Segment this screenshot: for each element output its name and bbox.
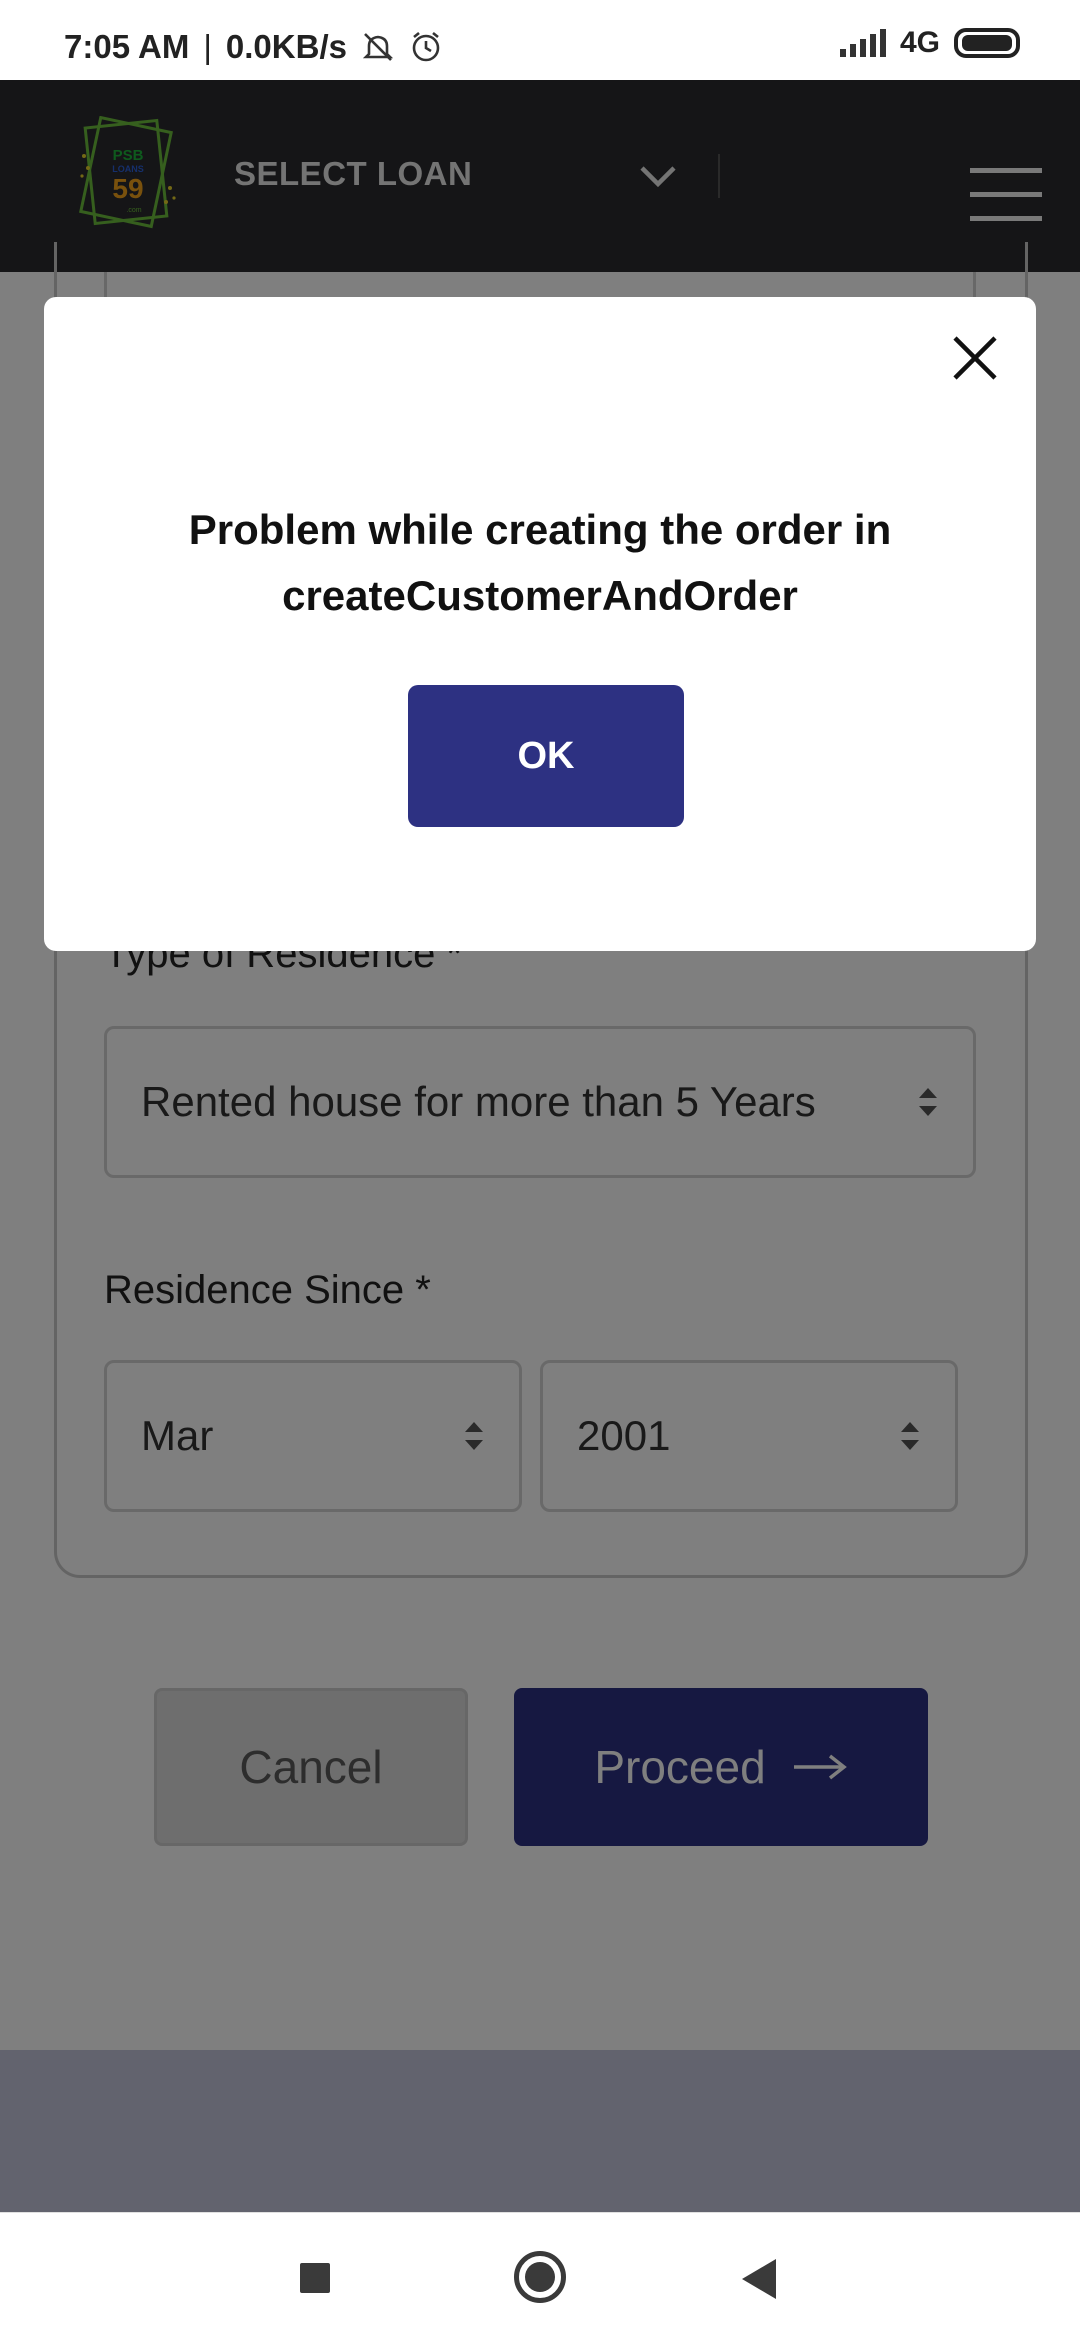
close-icon[interactable] <box>952 335 998 381</box>
ok-button[interactable]: OK <box>408 685 684 827</box>
status-bar: 7:05 AM | 0.0KB/s 4G <box>0 0 1080 80</box>
error-dialog: Problem while creating the order in crea… <box>44 297 1036 951</box>
status-separator: | <box>203 28 212 65</box>
alarm-icon <box>412 31 440 62</box>
network-type: 4G <box>899 26 940 59</box>
status-right: 4G <box>839 26 1020 60</box>
signal-icon <box>839 29 886 57</box>
mute-icon <box>362 33 394 61</box>
error-message: Problem while creating the order in crea… <box>104 497 976 629</box>
home-icon[interactable] <box>514 2251 566 2303</box>
battery-icon <box>954 28 1020 58</box>
system-nav-bar <box>0 2212 1080 2340</box>
error-message-line2: createCustomerAndOrder <box>282 572 798 619</box>
status-left: 7:05 AM | 0.0KB/s <box>64 28 443 66</box>
error-message-line1: Problem while creating the order in <box>188 506 892 553</box>
recents-icon[interactable] <box>300 2263 330 2293</box>
network-speed: 0.0KB/s <box>225 28 347 65</box>
back-icon[interactable] <box>742 2259 776 2299</box>
status-time: 7:05 AM <box>64 28 190 65</box>
